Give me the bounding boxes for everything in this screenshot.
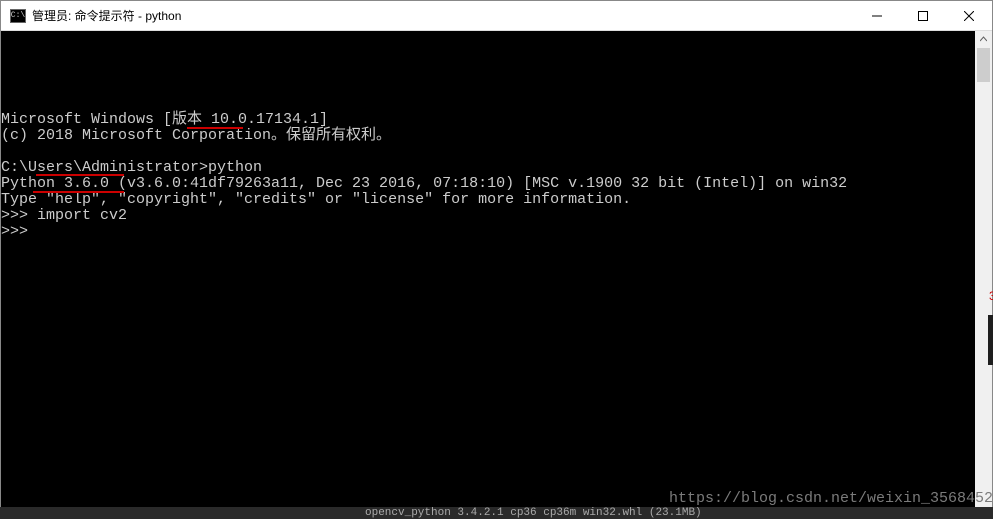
scroll-up-button[interactable] [975,31,992,48]
annotation-underline-2 [36,174,124,176]
window-title: 管理员: 命令提示符 - python [32,7,854,24]
chevron-up-icon [980,36,987,43]
console-line: Microsoft Windows [版本 10.0.17134.1] [1,112,975,128]
console-area: Microsoft Windows [版本 10.0.17134.1](c) 2… [1,31,992,518]
close-button[interactable] [946,1,992,31]
partial-red-text: 3 [989,289,993,307]
minimize-icon [872,11,882,21]
console-line: >>> [1,224,975,240]
maximize-button[interactable] [900,1,946,31]
annotation-underline-3 [33,191,124,193]
titlebar[interactable]: C:\ 管理员: 命令提示符 - python [1,1,992,31]
partial-window-right [988,315,993,365]
cmd-icon: C:\ [10,9,26,23]
console-line: (c) 2018 Microsoft Corporation。保留所有权利。 [1,128,975,144]
console-line: C:\Users\Administrator>python [1,160,975,176]
close-icon [964,11,974,21]
background-taskbar-fragment: opencv_python 3.4.2.1 cp36 cp36m win32.w… [0,507,993,519]
maximize-icon [918,11,928,21]
minimize-button[interactable] [854,1,900,31]
scroll-thumb[interactable] [977,48,990,82]
console-line [1,144,975,160]
scroll-track[interactable] [975,48,992,501]
command-prompt-window: C:\ 管理员: 命令提示符 - python Microsoft Window… [0,0,993,519]
annotation-underline-1 [187,127,243,129]
background-text: opencv_python 3.4.2.1 cp36 cp36m win32.w… [365,507,702,519]
vertical-scrollbar[interactable] [975,31,992,518]
console-line: Python 3.6.0 (v3.6.0:41df79263a11, Dec 2… [1,176,975,192]
console-output[interactable]: Microsoft Windows [版本 10.0.17134.1](c) 2… [1,31,975,518]
window-controls [854,1,992,31]
console-line: Type "help", "copyright", "credits" or "… [1,192,975,208]
console-line: >>> import cv2 [1,208,975,224]
